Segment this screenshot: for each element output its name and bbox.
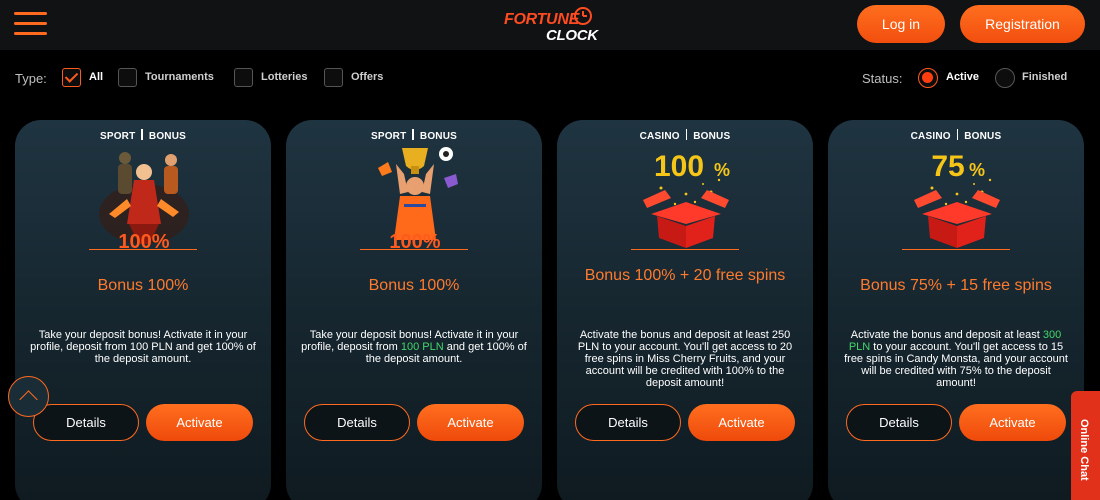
- status-finished-radio[interactable]: [995, 68, 1015, 88]
- card-description: Take your deposit bonus! Activate it in …: [30, 329, 256, 365]
- card-title: Bonus 75% + 15 free spins: [860, 277, 1052, 294]
- card-tags: CASINO BONUS: [557, 129, 813, 142]
- activate-button[interactable]: Activate: [959, 404, 1066, 441]
- activate-button[interactable]: Activate: [146, 404, 253, 441]
- card-title: Bonus 100%: [368, 277, 460, 294]
- filter-bar: Type: All Tournaments Lotteries Offers S…: [0, 50, 1100, 108]
- card-description: Activate the bonus and deposit at least …: [577, 329, 793, 389]
- registration-button[interactable]: Registration: [960, 5, 1085, 43]
- type-lotteries-label[interactable]: Lotteries: [261, 71, 307, 83]
- type-offers-label[interactable]: Offers: [351, 71, 383, 83]
- status-active-radio[interactable]: [918, 68, 938, 88]
- svg-text:75: 75: [931, 150, 964, 183]
- art-divider: [360, 249, 468, 250]
- card-description: Activate the bonus and deposit at least …: [844, 329, 1068, 389]
- logo-text-bottom: CLOCK: [546, 27, 598, 44]
- promo-card: CASINO BONUS 100 % Bonus 100% + 20 free s…: [557, 120, 813, 500]
- type-filter-label: Type:: [15, 71, 47, 86]
- activate-button[interactable]: Activate: [417, 404, 524, 441]
- card-tag-category: CASINO: [639, 131, 680, 142]
- promo-card: CASINO BONUS 75 % Bonus 75% + 15 free spi…: [828, 120, 1084, 500]
- card-tag-type: BONUS: [964, 131, 1002, 142]
- top-header: FORTUNE CLOCK Log in Registration: [0, 0, 1100, 50]
- details-button[interactable]: Details: [33, 404, 139, 441]
- card-tag-category: SPORT: [370, 131, 407, 142]
- card-tags: SPORT BONUS: [286, 129, 542, 142]
- card-tag-category: CASINO: [910, 131, 951, 142]
- card-description: Take your deposit bonus! Activate it in …: [301, 329, 527, 365]
- card-tag-type: BONUS: [693, 131, 731, 142]
- details-button[interactable]: Details: [304, 404, 410, 441]
- type-tournaments-label[interactable]: Tournaments: [145, 71, 214, 83]
- svg-text:%: %: [714, 160, 730, 180]
- min-deposit-highlight: 100 PLN: [400, 341, 444, 353]
- card-tags: CASINO BONUS: [828, 129, 1084, 142]
- promo-card: SPORT BONUS 100% Bonus 100% Take your dep…: [286, 120, 542, 500]
- sport-heroes-illustration: 100%: [99, 152, 189, 252]
- clock-icon: [574, 7, 592, 25]
- type-lotteries-checkbox[interactable]: [234, 68, 253, 87]
- type-all-checkbox[interactable]: [62, 68, 81, 87]
- card-tag-type: BONUS: [148, 131, 187, 142]
- status-finished-label[interactable]: Finished: [1022, 71, 1067, 83]
- svg-text:%: %: [969, 160, 985, 180]
- activate-button[interactable]: Activate: [688, 404, 795, 441]
- status-active-label[interactable]: Active: [946, 71, 979, 83]
- card-title: Bonus 100% + 20 free spins: [584, 267, 786, 284]
- gift-box-illustration: 75 %: [914, 150, 1000, 248]
- svg-text:100: 100: [654, 150, 704, 183]
- card-tags: SPORT BONUS: [15, 129, 271, 142]
- gift-box-illustration: 100 %: [643, 150, 730, 248]
- online-chat-tab[interactable]: Online Chat: [1071, 391, 1100, 500]
- card-tag-type: BONUS: [419, 131, 458, 142]
- art-divider: [902, 249, 1010, 250]
- card-tag-category: SPORT: [99, 131, 136, 142]
- type-offers-checkbox[interactable]: [324, 68, 343, 87]
- fortune-clock-logo[interactable]: FORTUNE CLOCK: [498, 5, 602, 45]
- details-button[interactable]: Details: [846, 404, 952, 441]
- promo-card: SPORT BONUS 100% Bonus 100% Take your dep…: [15, 120, 271, 500]
- status-filter-label: Status:: [862, 71, 903, 86]
- type-tournaments-checkbox[interactable]: [118, 68, 137, 87]
- art-divider: [89, 249, 197, 250]
- art-divider: [631, 249, 739, 250]
- card-title: Bonus 100%: [97, 277, 189, 294]
- football-trophy-illustration: 100%: [378, 147, 458, 252]
- details-button[interactable]: Details: [575, 404, 681, 441]
- scroll-to-top-chevron-up-icon[interactable]: [8, 376, 49, 417]
- type-all-label[interactable]: All: [89, 71, 103, 83]
- online-chat-label: Online Chat: [1078, 419, 1090, 481]
- login-button[interactable]: Log in: [857, 5, 945, 43]
- hamburger-menu-icon[interactable]: [14, 10, 48, 38]
